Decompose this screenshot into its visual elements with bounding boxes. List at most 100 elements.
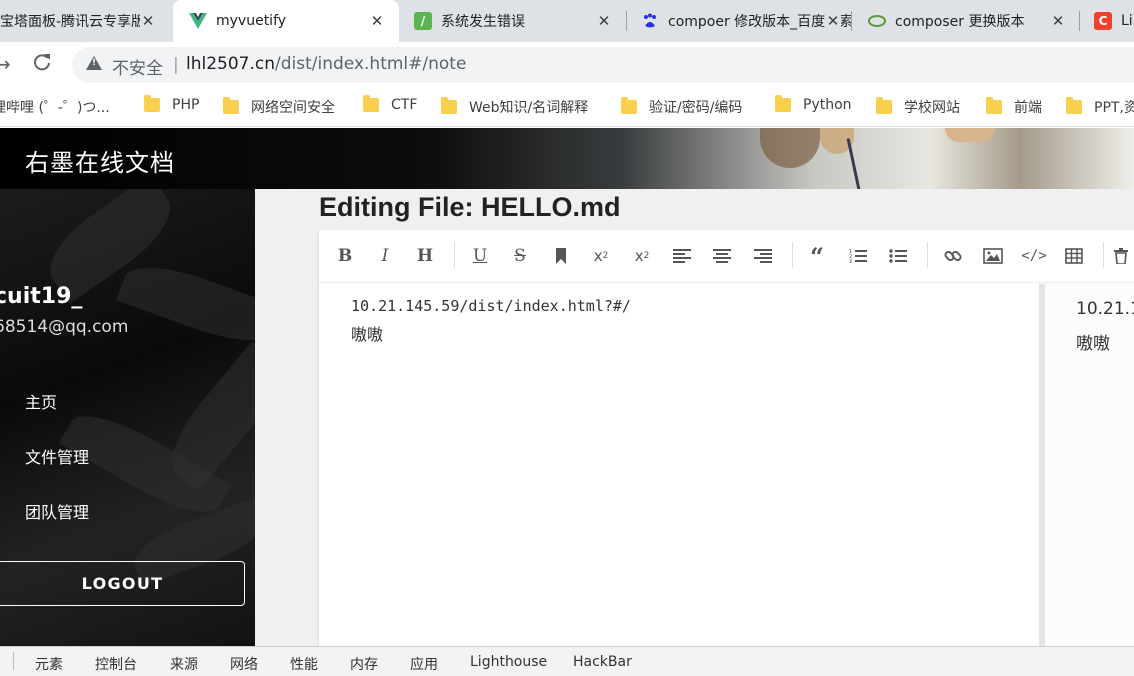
unordered-list-icon[interactable] [885,244,911,268]
logout-button[interactable]: LOGOUT [0,561,245,606]
url-host: lhl2507.cn [186,54,276,74]
devtools-tab-hackbar[interactable]: HackBar [573,654,632,670]
close-icon[interactable]: ✕ [140,12,156,30]
baidu-paw-icon [641,12,659,30]
toolbar-divider [792,242,793,268]
folder-icon [441,97,457,114]
bookmark-folder[interactable]: PHP [144,95,200,113]
leaf-icon: / [414,12,432,30]
bookmark-label: 前端 [1014,100,1042,116]
devtools-tab-elements[interactable]: 元素 [35,654,63,674]
editor-input-pane[interactable] [319,284,1039,646]
folder-icon [621,97,637,114]
close-icon[interactable]: ✕ [1050,12,1066,30]
bookmark-folder[interactable]: CTF [363,95,418,113]
devtools-tab-memory[interactable]: 内存 [350,654,378,674]
close-icon[interactable]: ✕ [369,12,385,30]
bookmark-folder[interactable]: Python [775,95,852,113]
reload-icon[interactable] [32,52,52,77]
drawer-background-leaf [116,253,255,355]
bookmark-label: Web知识/名词解释 [469,100,589,116]
quote-icon[interactable]: “ [804,242,830,271]
preview-line: 10.21.1 [1076,299,1134,319]
close-icon[interactable]: ✕ [596,12,612,30]
toolbar-divider [1103,242,1104,268]
svg-text:3: 3 [849,259,852,264]
folder-icon [775,95,791,112]
bookmark-folder[interactable]: PPT,资 [1066,97,1134,117]
link-icon[interactable] [940,244,966,268]
user-name: cuit19_ [0,284,83,309]
devtools-tab-lighthouse[interactable]: Lighthouse [470,654,547,670]
bookmark-folder[interactable]: Web知识/名词解释 [441,97,588,117]
preview-line: 嗷嗷 [1076,334,1110,354]
bookmark-label: CTF [391,97,418,113]
bookmark-item[interactable]: 哩哔哩 (゜-゜)つ... [0,97,110,117]
table-icon[interactable] [1061,244,1087,268]
forward-icon[interactable]: → [0,52,11,76]
c-logo-icon: C [1094,12,1112,30]
strikethrough-icon[interactable]: S [507,244,533,268]
folder-icon [986,97,1002,114]
bookmark-label: 验证/密码/编码 [649,100,743,116]
editor-line[interactable]: 10.21.145.59/dist/index.html?#/ [351,297,631,315]
bookmark-folder[interactable]: 网络空间安全 [223,97,335,117]
bookmark-icon[interactable] [548,244,574,268]
code-icon[interactable]: </> [1021,244,1047,268]
devtools-tab-application[interactable]: 应用 [410,654,438,674]
align-center-icon[interactable] [709,244,735,268]
nav-item-team-management[interactable]: 团队管理 [25,499,89,523]
close-icon[interactable]: ✕ [825,12,841,30]
bookmark-label: 哩哔哩 (゜-゜)つ... [0,100,110,116]
composer-icon [868,12,886,30]
security-label[interactable]: 不安全 [112,54,163,79]
header-decoration [945,128,995,142]
bookmark-label: PHP [172,97,200,113]
superscript-icon[interactable]: x2 [588,244,614,268]
browser-tab[interactable]: / 系统发生错误 ✕ [400,0,626,42]
app-title[interactable]: 右墨在线文档 [25,143,175,178]
browser-tab[interactable]: 宝塔面板-腾讯云专享版 ✕ [0,0,170,42]
trash-icon[interactable] [1114,244,1134,268]
header-decoration [760,128,820,168]
folder-icon [223,97,239,114]
bookmark-folder[interactable]: 验证/密码/编码 [621,97,742,117]
toolbar-divider [927,242,928,268]
url-text[interactable]: lhl2507.cn/dist/index.html#/note [186,54,466,74]
subscript-icon[interactable]: x2 [629,244,655,268]
ordered-list-icon[interactable]: 123 [845,244,871,268]
heading-icon[interactable]: H [412,244,438,268]
devtools-divider [13,652,14,670]
image-icon[interactable] [980,244,1006,268]
browser-tab[interactable]: composer 更换版本 ✕ [852,0,1078,42]
browser-tab[interactable]: compoer 修改版本_百度搜索 ✕ [627,0,851,42]
nav-item-home[interactable]: 主页 [25,389,57,413]
url-path: /dist/index.html#/note [275,54,467,74]
devtools-tab-performance[interactable]: 性能 [290,654,318,674]
bookmark-folder[interactable]: 学校网站 [876,97,960,117]
page-title: Editing File: HELLO.md [319,192,621,222]
bookmark-label: PPT,资 [1094,100,1134,116]
user-email: 68514@qq.com [0,317,129,337]
browser-tab[interactable]: C Li [1080,0,1134,42]
italic-icon[interactable]: I [372,244,398,268]
not-secure-warning-icon[interactable] [86,56,102,70]
folder-icon [363,95,379,112]
devtools-tab-console[interactable]: 控制台 [95,654,137,674]
vue-icon [189,12,207,30]
align-left-icon[interactable] [669,244,695,268]
bookmark-label: Python [803,97,852,113]
folder-icon [1066,97,1082,114]
editor-line[interactable]: 嗷嗷 [351,321,383,345]
devtools-tab-sources[interactable]: 来源 [170,654,198,674]
nav-item-file-management[interactable]: 文件管理 [25,444,89,468]
align-right-icon[interactable] [750,244,776,268]
header-decoration [846,138,861,189]
bold-icon[interactable]: B [332,244,358,268]
tab-title: compoer 修改版本_百度搜索 [668,14,851,30]
bookmark-folder[interactable]: 前端 [986,97,1042,117]
browser-tab-active[interactable]: myvuetify ✕ [173,0,399,42]
folder-icon [876,97,892,114]
devtools-tab-network[interactable]: 网络 [230,654,258,674]
underline-icon[interactable]: U [467,244,493,268]
